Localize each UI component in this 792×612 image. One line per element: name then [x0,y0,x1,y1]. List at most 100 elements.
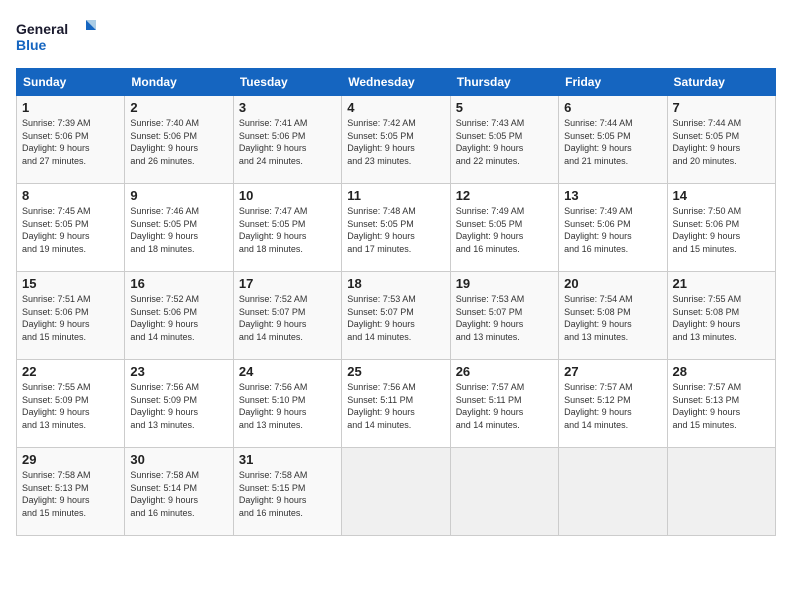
day-cell: 3 Sunrise: 7:41 AM Sunset: 5:06 PM Dayli… [233,96,341,184]
day-info: Sunrise: 7:42 AM Sunset: 5:05 PM Dayligh… [347,118,416,166]
day-info: Sunrise: 7:44 AM Sunset: 5:05 PM Dayligh… [564,118,633,166]
day-info: Sunrise: 7:41 AM Sunset: 5:06 PM Dayligh… [239,118,308,166]
weekday-header-wednesday: Wednesday [342,69,450,96]
weekday-header-saturday: Saturday [667,69,775,96]
day-cell: 13 Sunrise: 7:49 AM Sunset: 5:06 PM Dayl… [559,184,667,272]
day-info: Sunrise: 7:58 AM Sunset: 5:14 PM Dayligh… [130,470,199,518]
day-cell: 25 Sunrise: 7:56 AM Sunset: 5:11 PM Dayl… [342,360,450,448]
day-cell: 11 Sunrise: 7:48 AM Sunset: 5:05 PM Dayl… [342,184,450,272]
day-info: Sunrise: 7:56 AM Sunset: 5:09 PM Dayligh… [130,382,199,430]
day-cell: 23 Sunrise: 7:56 AM Sunset: 5:09 PM Dayl… [125,360,233,448]
day-info: Sunrise: 7:57 AM Sunset: 5:11 PM Dayligh… [456,382,525,430]
day-number: 16 [130,276,227,291]
weekday-header-row: SundayMondayTuesdayWednesdayThursdayFrid… [17,69,776,96]
day-number: 8 [22,188,119,203]
day-info: Sunrise: 7:51 AM Sunset: 5:06 PM Dayligh… [22,294,91,342]
day-info: Sunrise: 7:49 AM Sunset: 5:06 PM Dayligh… [564,206,633,254]
svg-text:Blue: Blue [16,37,47,53]
day-info: Sunrise: 7:44 AM Sunset: 5:05 PM Dayligh… [673,118,742,166]
day-cell [667,448,775,536]
weekday-header-tuesday: Tuesday [233,69,341,96]
day-cell: 10 Sunrise: 7:47 AM Sunset: 5:05 PM Dayl… [233,184,341,272]
week-row-2: 8 Sunrise: 7:45 AM Sunset: 5:05 PM Dayli… [17,184,776,272]
week-row-1: 1 Sunrise: 7:39 AM Sunset: 5:06 PM Dayli… [17,96,776,184]
day-number: 10 [239,188,336,203]
day-cell: 2 Sunrise: 7:40 AM Sunset: 5:06 PM Dayli… [125,96,233,184]
day-info: Sunrise: 7:46 AM Sunset: 5:05 PM Dayligh… [130,206,199,254]
day-cell: 22 Sunrise: 7:55 AM Sunset: 5:09 PM Dayl… [17,360,125,448]
day-number: 3 [239,100,336,115]
day-info: Sunrise: 7:56 AM Sunset: 5:10 PM Dayligh… [239,382,308,430]
day-cell: 24 Sunrise: 7:56 AM Sunset: 5:10 PM Dayl… [233,360,341,448]
day-number: 26 [456,364,553,379]
day-cell: 5 Sunrise: 7:43 AM Sunset: 5:05 PM Dayli… [450,96,558,184]
day-number: 29 [22,452,119,467]
day-number: 17 [239,276,336,291]
day-number: 13 [564,188,661,203]
day-number: 25 [347,364,444,379]
day-cell: 8 Sunrise: 7:45 AM Sunset: 5:05 PM Dayli… [17,184,125,272]
day-info: Sunrise: 7:53 AM Sunset: 5:07 PM Dayligh… [347,294,416,342]
day-number: 7 [673,100,770,115]
day-number: 11 [347,188,444,203]
day-info: Sunrise: 7:45 AM Sunset: 5:05 PM Dayligh… [22,206,91,254]
svg-text:General: General [16,21,68,37]
day-cell: 12 Sunrise: 7:49 AM Sunset: 5:05 PM Dayl… [450,184,558,272]
day-cell: 14 Sunrise: 7:50 AM Sunset: 5:06 PM Dayl… [667,184,775,272]
weekday-header-sunday: Sunday [17,69,125,96]
day-info: Sunrise: 7:52 AM Sunset: 5:06 PM Dayligh… [130,294,199,342]
day-info: Sunrise: 7:50 AM Sunset: 5:06 PM Dayligh… [673,206,742,254]
day-info: Sunrise: 7:54 AM Sunset: 5:08 PM Dayligh… [564,294,633,342]
day-info: Sunrise: 7:58 AM Sunset: 5:15 PM Dayligh… [239,470,308,518]
day-info: Sunrise: 7:58 AM Sunset: 5:13 PM Dayligh… [22,470,91,518]
day-number: 30 [130,452,227,467]
day-cell: 7 Sunrise: 7:44 AM Sunset: 5:05 PM Dayli… [667,96,775,184]
day-number: 21 [673,276,770,291]
day-number: 6 [564,100,661,115]
day-number: 9 [130,188,227,203]
day-number: 1 [22,100,119,115]
day-number: 27 [564,364,661,379]
day-info: Sunrise: 7:43 AM Sunset: 5:05 PM Dayligh… [456,118,525,166]
day-info: Sunrise: 7:53 AM Sunset: 5:07 PM Dayligh… [456,294,525,342]
weekday-header-friday: Friday [559,69,667,96]
day-number: 24 [239,364,336,379]
day-cell: 21 Sunrise: 7:55 AM Sunset: 5:08 PM Dayl… [667,272,775,360]
day-cell: 27 Sunrise: 7:57 AM Sunset: 5:12 PM Dayl… [559,360,667,448]
day-number: 2 [130,100,227,115]
day-cell [559,448,667,536]
day-number: 20 [564,276,661,291]
day-cell: 18 Sunrise: 7:53 AM Sunset: 5:07 PM Dayl… [342,272,450,360]
day-info: Sunrise: 7:39 AM Sunset: 5:06 PM Dayligh… [22,118,91,166]
day-cell: 26 Sunrise: 7:57 AM Sunset: 5:11 PM Dayl… [450,360,558,448]
day-number: 4 [347,100,444,115]
week-row-5: 29 Sunrise: 7:58 AM Sunset: 5:13 PM Dayl… [17,448,776,536]
day-cell: 31 Sunrise: 7:58 AM Sunset: 5:15 PM Dayl… [233,448,341,536]
day-info: Sunrise: 7:55 AM Sunset: 5:08 PM Dayligh… [673,294,742,342]
day-info: Sunrise: 7:57 AM Sunset: 5:13 PM Dayligh… [673,382,742,430]
header: General Blue [16,16,776,58]
day-number: 22 [22,364,119,379]
day-cell: 1 Sunrise: 7:39 AM Sunset: 5:06 PM Dayli… [17,96,125,184]
day-cell: 6 Sunrise: 7:44 AM Sunset: 5:05 PM Dayli… [559,96,667,184]
day-number: 18 [347,276,444,291]
day-cell [342,448,450,536]
day-info: Sunrise: 7:55 AM Sunset: 5:09 PM Dayligh… [22,382,91,430]
day-cell: 28 Sunrise: 7:57 AM Sunset: 5:13 PM Dayl… [667,360,775,448]
day-info: Sunrise: 7:40 AM Sunset: 5:06 PM Dayligh… [130,118,199,166]
day-cell: 20 Sunrise: 7:54 AM Sunset: 5:08 PM Dayl… [559,272,667,360]
day-info: Sunrise: 7:52 AM Sunset: 5:07 PM Dayligh… [239,294,308,342]
logo-svg: General Blue [16,16,96,58]
day-number: 28 [673,364,770,379]
weekday-header-monday: Monday [125,69,233,96]
day-info: Sunrise: 7:48 AM Sunset: 5:05 PM Dayligh… [347,206,416,254]
logo: General Blue [16,16,96,58]
day-cell: 17 Sunrise: 7:52 AM Sunset: 5:07 PM Dayl… [233,272,341,360]
day-info: Sunrise: 7:57 AM Sunset: 5:12 PM Dayligh… [564,382,633,430]
calendar-table: SundayMondayTuesdayWednesdayThursdayFrid… [16,68,776,536]
day-cell: 29 Sunrise: 7:58 AM Sunset: 5:13 PM Dayl… [17,448,125,536]
day-info: Sunrise: 7:56 AM Sunset: 5:11 PM Dayligh… [347,382,416,430]
day-cell [450,448,558,536]
week-row-4: 22 Sunrise: 7:55 AM Sunset: 5:09 PM Dayl… [17,360,776,448]
day-cell: 16 Sunrise: 7:52 AM Sunset: 5:06 PM Dayl… [125,272,233,360]
